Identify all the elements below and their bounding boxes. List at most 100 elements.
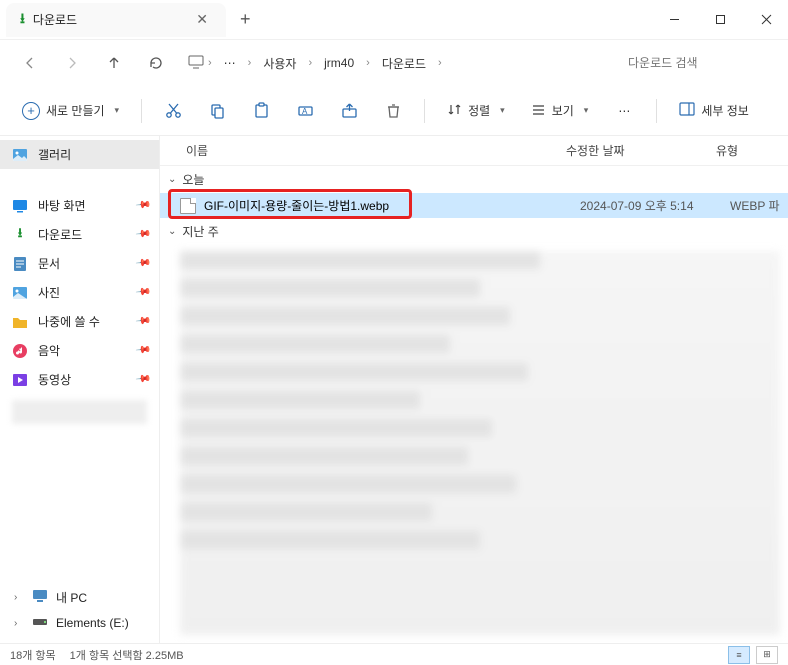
maximize-button[interactable] — [698, 4, 742, 36]
minimize-button[interactable] — [652, 4, 696, 36]
sidebar-tree: › 내 PC › Elements (E:) — [0, 584, 159, 643]
video-icon — [12, 372, 28, 388]
toolbar: + 새로 만들기 ▾ A 정렬 ▾ 보기 ▾ ⋯ 세부 — [0, 86, 788, 136]
document-icon — [12, 256, 28, 272]
download-icon: ⭳ — [12, 227, 28, 243]
crumb-item[interactable]: 사용자 — [255, 51, 304, 76]
delete-button[interactable] — [374, 93, 412, 129]
crumb-ellipsis[interactable]: ⋯ — [216, 52, 244, 74]
pc-icon — [188, 55, 204, 72]
sidebar-item-downloads[interactable]: ⭳ 다운로드 📌 — [0, 220, 159, 249]
sidebar-item-gallery[interactable]: 갤러리 — [0, 140, 159, 169]
sidebar-item-videos[interactable]: 동영상 📌 — [0, 365, 159, 394]
chevron-right-icon: › — [248, 57, 252, 69]
spacer — [0, 169, 159, 191]
view-label: 보기 — [552, 102, 574, 119]
sidebar-item-label: 다운로드 — [38, 226, 82, 243]
statusbar: 18개 항목 1개 항목 선택함 2.25MB ≡ ⊞ — [0, 643, 788, 665]
copy-button[interactable] — [198, 93, 236, 129]
new-button[interactable]: + 새로 만들기 ▾ — [12, 96, 129, 126]
view-button[interactable]: 보기 ▾ — [521, 96, 599, 126]
cut-button[interactable] — [154, 93, 192, 129]
sidebar-item-desktop[interactable]: 바탕 화면 📌 — [0, 191, 159, 220]
gallery-icon — [12, 147, 28, 163]
tab-title: 다운로드 — [33, 11, 184, 28]
chevron-right-icon: › — [366, 57, 370, 69]
share-button[interactable] — [330, 93, 368, 129]
details-label: 세부 정보 — [701, 102, 749, 119]
back-button[interactable] — [10, 45, 50, 81]
sort-icon — [447, 102, 462, 120]
tree-item-pc[interactable]: › 내 PC — [0, 584, 159, 611]
view-toggles: ≡ ⊞ — [728, 646, 778, 664]
sidebar-item-label: 갤러리 — [38, 146, 71, 163]
file-type: WEBP 파 — [730, 197, 780, 214]
file-list: 이름 수정한 날짜 유형 ⌄ 오늘 GIF-이미지-용량-줄이는-방법1.web… — [160, 136, 788, 643]
pin-icon: 📌 — [134, 313, 151, 329]
group-lastweek[interactable]: ⌄ 지난 주 — [160, 218, 788, 245]
list-icon — [531, 102, 546, 120]
rename-button[interactable]: A — [286, 93, 324, 129]
new-tab-button[interactable]: + — [226, 9, 265, 30]
sidebar-item-music[interactable]: 음악 📌 — [0, 336, 159, 365]
chevron-right-icon: › — [308, 57, 312, 69]
sort-button[interactable]: 정렬 ▾ — [437, 96, 515, 126]
chevron-right-icon: › — [14, 618, 24, 629]
download-icon: ⭳ — [20, 8, 25, 32]
sidebar-item-documents[interactable]: 문서 📌 — [0, 249, 159, 278]
more-button[interactable]: ⋯ — [604, 98, 644, 124]
crumb-item[interactable]: 다운로드 — [374, 51, 434, 76]
window-controls — [652, 4, 788, 36]
new-label: 새로 만들기 — [46, 102, 105, 119]
tree-item-drive[interactable]: › Elements (E:) — [0, 611, 159, 635]
pin-icon: 📌 — [134, 226, 151, 242]
chevron-right-icon: › — [14, 592, 24, 603]
breadcrumb[interactable]: › ⋯ › 사용자 › jrm40 › 다운로드 › — [178, 47, 616, 79]
up-button[interactable] — [94, 45, 134, 81]
file-row[interactable]: GIF-이미지-용량-줄이는-방법1.webp 2024-07-09 오후 5:… — [160, 193, 788, 218]
search-input[interactable] — [618, 48, 778, 78]
column-type[interactable]: 유형 — [716, 142, 788, 159]
chevron-down-icon: ▾ — [115, 105, 120, 116]
status-selected: 1개 항목 선택함 2.25MB — [70, 647, 184, 663]
sidebar-item-label: 나중에 쓸 수 — [38, 313, 100, 330]
file-icon — [180, 198, 196, 214]
close-button[interactable] — [744, 4, 788, 36]
group-label: 지난 주 — [182, 223, 218, 240]
thumbnail-view-toggle[interactable]: ⊞ — [756, 646, 778, 664]
sidebar-item-folder[interactable]: 나중에 쓸 수 📌 — [0, 307, 159, 336]
crumb-item[interactable]: jrm40 — [316, 52, 362, 74]
tab-close-button[interactable]: ✕ — [192, 9, 212, 30]
group-label: 오늘 — [182, 171, 204, 188]
chevron-right-icon: › — [208, 57, 212, 69]
forward-button[interactable] — [52, 45, 92, 81]
main: 갤러리 바탕 화면 📌 ⭳ 다운로드 📌 문서 📌 사진 — [0, 136, 788, 643]
titlebar: ⭳ 다운로드 ✕ + — [0, 0, 788, 40]
desktop-icon — [12, 198, 28, 214]
sidebar-item-label: 바탕 화면 — [38, 197, 86, 214]
picture-icon — [12, 285, 28, 301]
refresh-button[interactable] — [136, 45, 176, 81]
paste-button[interactable] — [242, 93, 280, 129]
chevron-down-icon: ⌄ — [168, 174, 176, 185]
blurred-item — [12, 400, 147, 424]
navbar: › ⋯ › 사용자 › jrm40 › 다운로드 › — [0, 40, 788, 86]
folder-icon — [12, 314, 28, 330]
tab[interactable]: ⭳ 다운로드 ✕ — [6, 3, 226, 37]
sort-label: 정렬 — [468, 102, 490, 119]
column-date[interactable]: 수정한 날짜 — [566, 142, 716, 159]
separator — [141, 99, 142, 123]
pin-icon: 📌 — [134, 255, 151, 271]
tree-item-label: Elements (E:) — [56, 616, 129, 630]
drive-icon — [32, 616, 48, 630]
details-view-toggle[interactable]: ≡ — [728, 646, 750, 664]
sidebar-item-pictures[interactable]: 사진 📌 — [0, 278, 159, 307]
separator — [424, 99, 425, 123]
group-today[interactable]: ⌄ 오늘 — [160, 166, 788, 193]
file-name: GIF-이미지-용량-줄이는-방법1.webp — [204, 197, 389, 214]
blurred-files — [180, 251, 780, 635]
details-pane-button[interactable]: 세부 정보 — [669, 96, 759, 125]
chevron-down-icon: ▾ — [500, 105, 505, 116]
column-name[interactable]: 이름 — [186, 142, 566, 159]
pin-icon: 📌 — [134, 342, 151, 358]
